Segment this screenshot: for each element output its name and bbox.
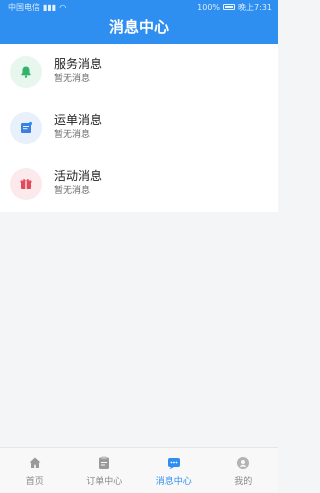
message-text: 运单消息 暂无消息 bbox=[54, 113, 102, 142]
page-title: 消息中心 bbox=[108, 18, 169, 36]
wifi-icon: ◠ bbox=[59, 2, 67, 12]
bell-icon bbox=[21, 66, 31, 78]
signal-icon: ▮▮▮ bbox=[43, 2, 57, 12]
battery-percent: 100% bbox=[197, 2, 221, 12]
clipboard-icon bbox=[96, 455, 112, 471]
gift-icon bbox=[20, 179, 32, 189]
status-left: 中国电信 ▮▮▮ ◠ bbox=[8, 2, 66, 13]
tab-label: 订单中心 bbox=[86, 476, 123, 487]
message-text: 服务消息 暂无消息 bbox=[54, 57, 102, 86]
message-title: 服务消息 bbox=[54, 57, 103, 71]
message-title: 活动消息 bbox=[54, 169, 103, 183]
profile-icon bbox=[235, 455, 251, 471]
chat-icon bbox=[166, 455, 182, 471]
status-right: 100% 晚上7:31 bbox=[197, 2, 272, 13]
clock: 晚上7:31 bbox=[238, 2, 272, 12]
message-icon-wrap bbox=[10, 56, 42, 88]
message-subtitle: 暂无消息 bbox=[54, 186, 91, 196]
message-subtitle: 暂无消息 bbox=[54, 74, 91, 84]
message-icon-wrap bbox=[10, 168, 42, 200]
message-subtitle: 暂无消息 bbox=[54, 130, 91, 140]
tab-orders[interactable]: 订单中心 bbox=[70, 448, 140, 493]
message-item-waybill[interactable]: 运单消息 暂无消息 bbox=[0, 100, 278, 156]
status-bar: 中国电信 ▮▮▮ ◠ 100% 晚上7:31 bbox=[0, 0, 278, 14]
tab-messages[interactable]: 消息中心 bbox=[139, 448, 209, 493]
tab-label: 首页 bbox=[25, 476, 44, 487]
message-list: 服务消息 暂无消息 运单消息 暂无消息 活动消息 暂无消息 bbox=[0, 44, 278, 212]
message-text: 活动消息 暂无消息 bbox=[54, 169, 102, 198]
carrier-label: 中国电信 bbox=[8, 2, 40, 12]
tab-label: 我的 bbox=[234, 476, 253, 487]
tab-home[interactable]: 首页 bbox=[0, 448, 70, 493]
message-item-service[interactable]: 服务消息 暂无消息 bbox=[0, 44, 278, 100]
message-item-activity[interactable]: 活动消息 暂无消息 bbox=[0, 156, 278, 212]
tab-profile[interactable]: 我的 bbox=[209, 448, 279, 493]
message-icon-wrap bbox=[10, 112, 42, 144]
message-title: 运单消息 bbox=[54, 113, 103, 127]
tab-label: 消息中心 bbox=[155, 476, 192, 487]
app-screen: 中国电信 ▮▮▮ ◠ 100% 晚上7:31 消息中心 服务消息 暂无消息 运单… bbox=[0, 0, 278, 493]
home-icon bbox=[27, 455, 43, 471]
header-bar: 中国电信 ▮▮▮ ◠ 100% 晚上7:31 消息中心 bbox=[0, 0, 278, 44]
battery-icon bbox=[223, 4, 236, 10]
waybill-icon bbox=[21, 121, 33, 133]
bottom-tab-bar: 首页 订单中心 消息中心 我的 bbox=[0, 447, 278, 493]
